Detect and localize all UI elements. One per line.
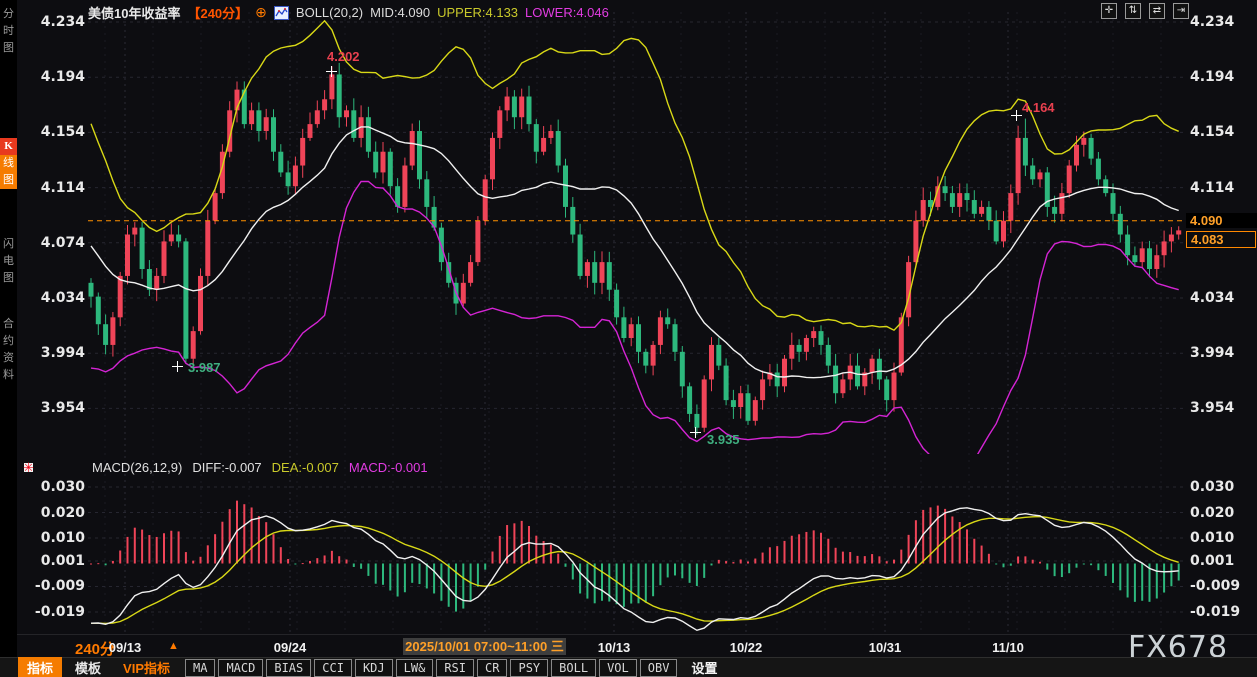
y-axis-scale-icon[interactable]: ⇅: [1125, 3, 1141, 19]
xaxis-date-label: 10/13: [584, 640, 644, 655]
annotation-high-recent: 4.164: [1022, 100, 1055, 115]
trading-app: 分时图 K线图闪电图合约资料 美债10年收益率 【240分】 ⊕ BOLL(20,…: [0, 0, 1257, 677]
chart-canvas[interactable]: [0, 0, 1257, 677]
toolbar-tab-boll[interactable]: BOLL: [551, 659, 596, 677]
macd-tick-label: -0.019: [30, 604, 85, 620]
macd-tick-label: 0.030: [1190, 479, 1254, 495]
price-tick-label: 4.034: [30, 290, 85, 306]
xaxis-row: 240分 ▲ 2025/10/01 07:00~11:00 三 09/1309/…: [0, 636, 1257, 656]
toolbar-tab-设置[interactable]: 设置: [684, 657, 724, 677]
chart-tool-icons: ✛ ⇅ ⇄ ⇥: [1101, 3, 1189, 19]
goto-latest-icon[interactable]: ⇥: [1173, 3, 1189, 19]
toolbar-tab-cr[interactable]: CR: [477, 659, 507, 677]
toolbar-tab-kdj[interactable]: KDJ: [355, 659, 393, 677]
crosshair-date-readout: 2025/10/01 07:00~11:00 三: [403, 638, 566, 655]
boll-upper-value: UPPER:4.133: [437, 5, 518, 20]
sidebar-item-3[interactable]: 闪电图: [0, 236, 17, 287]
macd-macd-value: MACD:-0.001: [349, 460, 428, 475]
boll-lower-value: LOWER:4.046: [525, 5, 609, 20]
marker-cross-icon: [1011, 110, 1022, 121]
toolbar-tab-macd[interactable]: MACD: [218, 659, 263, 677]
macd-tick-label: 0.001: [30, 553, 85, 569]
macd-diff-value: DIFF:-0.007: [192, 460, 261, 475]
price-tick-label: 4.074: [30, 235, 85, 251]
indicator-alert-icon[interactable]: ✳: [21, 460, 36, 475]
sidebar-item-4[interactable]: 合约资料: [0, 316, 17, 384]
sidebar-item-1[interactable]: 分时图: [0, 6, 17, 57]
price-tick-label: 4.114: [30, 180, 85, 196]
indicator-toolbar: 指标模板VIP指标 MAMACDBIASCCIKDJLW&RSICRPSYBOLL…: [0, 657, 1257, 677]
annotation-low-global: 3.935: [707, 432, 740, 447]
symbol-title: 美债10年收益率: [88, 3, 180, 22]
toolbar-tab-psy[interactable]: PSY: [510, 659, 548, 677]
ref-price-tag: 4.090: [1186, 213, 1257, 228]
price-tick-label: 4.194: [1190, 69, 1254, 85]
annotation-low-early: 3.987: [188, 360, 221, 375]
xaxis-date-label: 09/13: [95, 640, 155, 655]
crosshair-icon[interactable]: ✛: [1101, 3, 1117, 19]
marker-cross-icon: [172, 361, 183, 372]
toolbar-tab-lw&[interactable]: LW&: [396, 659, 434, 677]
sidebar-item-2[interactable]: K线图: [0, 138, 17, 189]
toolbar-tab-模板[interactable]: 模板: [66, 657, 110, 677]
macd-tick-label: -0.019: [1190, 604, 1254, 620]
annotation-high-global: 4.202: [327, 49, 360, 64]
macd-tick-label: 0.030: [30, 479, 85, 495]
price-tick-label: 4.194: [30, 69, 85, 85]
pane-divider: [0, 634, 1257, 635]
macd-tick-label: 0.001: [1190, 553, 1254, 569]
sidebar: 分时图 K线图闪电图合约资料: [0, 0, 17, 657]
x-axis-scale-icon[interactable]: ⇄: [1149, 3, 1165, 19]
xaxis-date-label: 09/24: [260, 640, 320, 655]
boll-label: BOLL(20,2): [296, 5, 363, 20]
price-tick-label: 4.154: [30, 124, 85, 140]
xaxis-date-label: 10/31: [855, 640, 915, 655]
macd-tick-label: 0.020: [30, 505, 85, 521]
boll-mid-value: MID:4.090: [370, 5, 430, 20]
xaxis-date-label: 10/22: [716, 640, 776, 655]
chart-header: 美债10年收益率 【240分】 ⊕ BOLL(20,2) MID:4.090 U…: [88, 3, 609, 22]
macd-tick-label: -0.009: [1190, 578, 1254, 594]
add-indicator-icon[interactable]: ⊕: [255, 4, 267, 21]
xaxis-date-label: 11/10: [978, 640, 1038, 655]
price-tick-label: 4.114: [1190, 180, 1254, 196]
price-tick-label: 3.994: [1190, 345, 1254, 361]
toolbar-tab-ma[interactable]: MA: [185, 659, 215, 677]
price-tick-label: 4.234: [30, 14, 85, 30]
price-tick-label: 3.994: [30, 345, 85, 361]
price-tick-label: 3.954: [1190, 400, 1254, 416]
last-price-tag: 4.083: [1186, 231, 1256, 248]
macd-tick-label: 0.010: [1190, 530, 1254, 546]
price-tick-label: 4.154: [1190, 124, 1254, 140]
price-tick-label: 3.954: [30, 400, 85, 416]
toolbar-tab-vol[interactable]: VOL: [599, 659, 637, 677]
toolbar-tab-bias[interactable]: BIAS: [266, 659, 311, 677]
macd-tick-label: 0.020: [1190, 505, 1254, 521]
marker-cross-icon: [690, 427, 701, 438]
kline-chart-icon[interactable]: [274, 6, 289, 20]
macd-header: MACD(26,12,9) DIFF:-0.007 DEA:-0.007 MAC…: [92, 460, 428, 475]
price-tick-label: 4.034: [1190, 290, 1254, 306]
macd-tick-label: -0.009: [30, 578, 85, 594]
price-tick-label: 4.234: [1190, 14, 1254, 30]
macd-dea-value: DEA:-0.007: [272, 460, 339, 475]
toolbar-tab-指标[interactable]: 指标: [18, 657, 62, 677]
toolbar-tab-vip指标[interactable]: VIP指标: [114, 657, 179, 677]
marker-cross-icon: [326, 66, 337, 77]
toolbar-tab-rsi[interactable]: RSI: [436, 659, 474, 677]
toolbar-tab-obv[interactable]: OBV: [640, 659, 678, 677]
period-label: 【240分】: [187, 3, 248, 22]
xaxis-period-arrow-icon[interactable]: ▲: [168, 640, 179, 652]
macd-title: MACD(26,12,9): [92, 460, 182, 475]
macd-tick-label: 0.010: [30, 530, 85, 546]
toolbar-tab-cci[interactable]: CCI: [314, 659, 352, 677]
